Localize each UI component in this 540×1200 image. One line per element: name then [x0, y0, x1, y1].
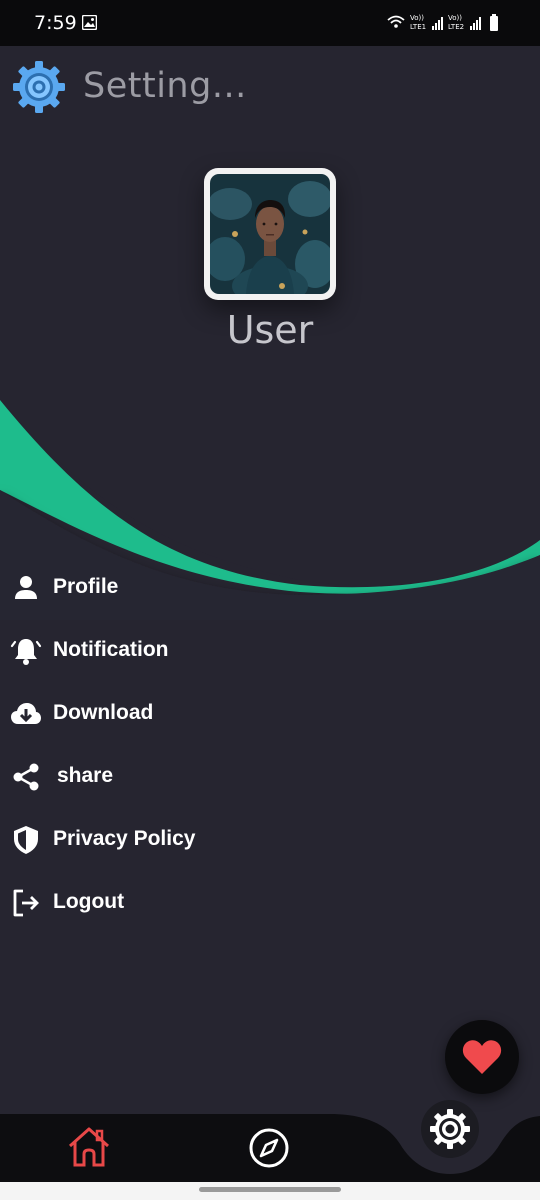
bell-icon — [10, 639, 42, 665]
menu-label: Profile — [53, 575, 119, 598]
volte2-text: Vo)) — [448, 14, 462, 22]
bottom-navigation — [0, 1096, 540, 1184]
menu-item-profile[interactable]: Profile — [0, 558, 300, 616]
menu-label: share — [57, 764, 114, 787]
gesture-navigation-bar — [0, 1182, 540, 1200]
share-icon — [13, 763, 39, 791]
person-icon — [15, 576, 37, 599]
app-header: Setting... — [0, 46, 540, 136]
status-indicators: Vo)) LTE1 Vo)) LTE2 — [387, 14, 498, 31]
compass-icon — [249, 1128, 289, 1168]
battery-icon — [490, 14, 498, 31]
gallery-notification-icon — [82, 15, 97, 30]
volte1-text: Vo)) — [410, 14, 424, 22]
menu-item-logout[interactable]: Logout — [0, 873, 300, 931]
menu-label: Logout — [53, 890, 125, 913]
menu-item-download[interactable]: Download — [0, 684, 300, 742]
nav-home[interactable] — [66, 1124, 112, 1170]
menu-item-share[interactable]: share — [0, 747, 300, 805]
menu-label: Download — [53, 701, 154, 724]
profile-photo — [210, 174, 330, 294]
home-icon — [68, 1127, 110, 1167]
wifi-icon — [387, 15, 405, 28]
gear-logo-icon — [13, 61, 65, 113]
nav-explore[interactable] — [247, 1126, 291, 1170]
username: User — [226, 308, 314, 352]
lte2-text: LTE2 — [448, 23, 464, 31]
signal2-icon — [470, 17, 481, 30]
shield-icon — [14, 826, 38, 854]
logout-icon — [13, 889, 39, 917]
nav-settings[interactable] — [421, 1100, 479, 1158]
menu-item-notification[interactable]: Notification — [0, 621, 300, 679]
menu-label: Privacy Policy — [53, 827, 196, 850]
home-gesture-handle[interactable] — [199, 1187, 341, 1192]
heart-icon — [462, 1040, 502, 1074]
menu-label: Notification — [53, 638, 169, 661]
lte1-text: LTE1 — [410, 23, 426, 31]
menu-item-privacy-policy[interactable]: Privacy Policy — [0, 810, 300, 868]
status-time: 7:59 — [34, 12, 77, 34]
avatar[interactable] — [204, 168, 336, 300]
favorite-button[interactable] — [445, 1020, 519, 1094]
status-bar: 7:59 Vo)) LTE1 Vo)) LTE2 — [0, 0, 540, 46]
settings-gear-icon — [430, 1109, 470, 1149]
page-title: Setting... — [83, 66, 247, 106]
signal1-icon — [432, 17, 443, 30]
cloud-download-icon — [11, 703, 41, 724]
